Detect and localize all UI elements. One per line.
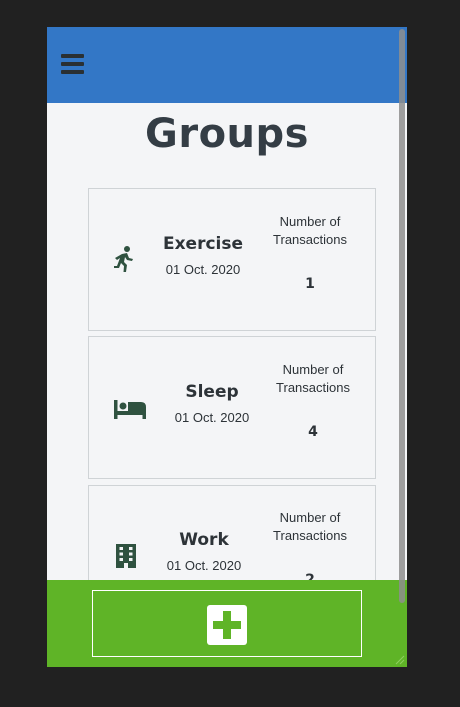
transactions-count-label: Number of Transactions	[273, 214, 347, 247]
transactions-count-value: 4	[308, 424, 318, 440]
group-date: 01 Oct. 2020	[174, 410, 250, 425]
group-date: 01 Oct. 2020	[165, 262, 241, 277]
transactions-count-label: Number of Transactions	[273, 510, 347, 543]
bed-icon	[114, 400, 146, 419]
group-date: 01 Oct. 2020	[166, 558, 242, 573]
running-person-icon	[114, 246, 133, 272]
app-window: Groups Exercise 01 Oct. 2020 Number of T…	[47, 27, 407, 667]
group-card-exercise[interactable]: Exercise 01 Oct. 2020 Number of Transact…	[88, 188, 376, 331]
transactions-count-value: 1	[305, 276, 315, 292]
building-icon	[116, 544, 136, 568]
vertical-scrollbar[interactable]	[399, 29, 405, 603]
group-name: Exercise	[162, 234, 244, 254]
top-navbar	[47, 27, 407, 103]
group-name: Work	[179, 530, 229, 550]
hamburger-menu-icon[interactable]	[61, 53, 85, 75]
group-name: Sleep	[185, 382, 239, 402]
group-card-sleep[interactable]: Sleep 01 Oct. 2020 Number of Transaction…	[88, 336, 376, 479]
add-group-button[interactable]	[92, 590, 362, 657]
transactions-count-label: Number of Transactions	[276, 362, 350, 395]
resize-grip-icon[interactable]	[395, 655, 405, 665]
page-title: Groups	[145, 111, 309, 157]
bottom-action-bar	[47, 580, 407, 667]
plus-square-icon	[207, 605, 247, 645]
